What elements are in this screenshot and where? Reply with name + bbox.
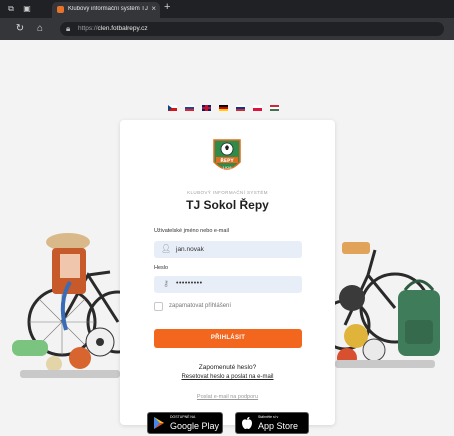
key-icon: ⚷ — [163, 279, 169, 288]
forgot-password-text: Zapomenuté heslo? — [198, 364, 257, 371]
reset-password-link[interactable]: Resetovat heslo a poslat na e-mail — [120, 374, 335, 380]
google-play-small-text: DOSTUPNÉ NA — [170, 415, 196, 419]
browser-tab-bar: ⧉ ▣ Klubový informační systém TJ So × + — [0, 0, 454, 18]
tab-actions-icon[interactable]: ▣ — [22, 4, 32, 14]
username-field[interactable]: 👤︎ jan.novak — [154, 241, 302, 258]
url-text: https://clen.fotbalrepy.cz — [78, 25, 148, 32]
user-icon: 👤︎ — [161, 244, 172, 253]
logo-year: 1926 — [222, 166, 232, 170]
flag-sk-icon[interactable] — [185, 105, 194, 111]
app-store-badge[interactable]: Stáhněte si v App Store — [235, 412, 309, 434]
login-card: ŘEPY 1926 KLUBOVÝ INFORMAČNÍ SYSTÉM TJ S… — [120, 120, 335, 425]
page-background: ŘEPY 1926 KLUBOVÝ INFORMAČNÍ SYSTÉM TJ S… — [0, 40, 454, 436]
lock-icon: 🔒︎ — [66, 24, 71, 33]
password-label: Heslo — [154, 265, 169, 271]
home-icon[interactable]: ⌂ — [34, 23, 46, 35]
remember-label: zapamatovat přihlášení — [169, 303, 232, 309]
address-bar[interactable]: 🔒︎ https://clen.fotbalrepy.cz — [60, 22, 444, 36]
tab-title: Klubový informační systém TJ So — [68, 6, 148, 12]
support-email-link[interactable]: Poslat e-mail na podporu — [120, 394, 335, 400]
google-play-icon — [154, 417, 164, 429]
reload-icon[interactable]: ↻ — [14, 23, 26, 35]
google-play-badge[interactable]: DOSTUPNÉ NA Google Play — [147, 412, 223, 434]
browser-tab[interactable]: Klubový informační systém TJ So × — [52, 2, 160, 18]
new-tab-icon[interactable]: + — [164, 1, 170, 13]
close-tab-icon[interactable]: × — [151, 4, 156, 13]
password-value: ••••••••• — [176, 280, 203, 287]
flag-de-icon[interactable] — [219, 105, 228, 111]
language-switcher — [168, 105, 279, 111]
flag-ru-icon[interactable] — [236, 105, 245, 111]
club-name: TJ Sokol Řepy — [186, 198, 269, 212]
logo-text: ŘEPY — [220, 157, 234, 164]
workspaces-icon[interactable]: ⧉ — [6, 4, 16, 14]
flag-en-icon[interactable] — [202, 105, 211, 111]
system-label: KLUBOVÝ INFORMAČNÍ SYSTÉM — [187, 190, 268, 195]
username-label: Uživatelské jméno nebo e-mail — [154, 228, 229, 234]
apple-icon — [242, 417, 252, 429]
password-field[interactable]: ⚷ ••••••••• — [154, 276, 302, 293]
site-favicon-icon — [57, 6, 64, 13]
username-value: jan.novak — [176, 246, 204, 253]
google-play-big-text: Google Play — [170, 421, 220, 431]
club-logo: ŘEPY 1926 — [213, 139, 241, 170]
app-store-big-text: App Store — [258, 421, 299, 431]
flag-pl-icon[interactable] — [253, 105, 262, 111]
app-store-small-text: Stáhněte si v — [258, 415, 279, 419]
browser-toolbar: ↻ ⌂ 🔒︎ https://clen.fotbalrepy.cz — [0, 18, 454, 40]
login-button[interactable]: PŘIHLÁSIT — [154, 329, 302, 348]
flag-hu-icon[interactable] — [270, 105, 279, 111]
remember-checkbox[interactable] — [154, 302, 163, 311]
flag-cs-icon[interactable] — [168, 105, 177, 111]
